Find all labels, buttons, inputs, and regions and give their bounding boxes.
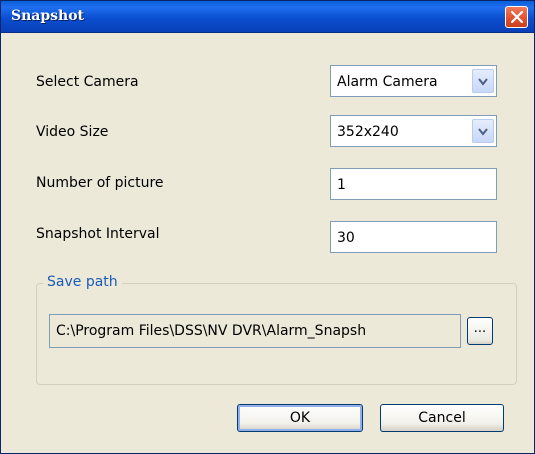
select-camera-label: Select Camera [36,74,139,90]
snapshot-interval-label: Snapshot Interval [36,226,160,242]
chevron-down-icon [478,78,488,86]
video-size-dropdown-button[interactable] [472,119,494,143]
select-camera-dropdown-button[interactable] [472,69,494,93]
select-camera-dropdown[interactable]: Alarm Camera [330,65,497,97]
cancel-button[interactable]: Cancel [380,404,504,432]
video-size-dropdown[interactable]: 352x240 [330,115,497,147]
snapshot-interval-input[interactable]: 30 [330,221,497,253]
ok-button[interactable]: OK [237,404,363,432]
number-of-picture-label: Number of picture [36,175,164,191]
save-path-legend: Save path [43,274,122,290]
video-size-value: 352x240 [337,124,399,140]
title-bar[interactable]: Snapshot [1,1,534,33]
browse-button[interactable]: ... [467,317,493,345]
chevron-down-icon [478,128,488,136]
number-of-picture-value: 1 [337,177,346,193]
number-of-picture-input[interactable]: 1 [330,168,497,200]
window-title: Snapshot [11,8,85,24]
dialog-content: Select Camera Alarm Camera Video Size 35… [5,34,530,451]
save-path-value: C:\Program Files\DSS\NV DVR\Alarm_Snapsh [56,323,367,339]
video-size-label: Video Size [36,124,109,140]
close-button[interactable] [505,6,528,28]
close-icon [511,11,523,23]
save-path-field[interactable]: C:\Program Files\DSS\NV DVR\Alarm_Snapsh [49,314,461,348]
snapshot-interval-value: 30 [337,230,355,246]
snapshot-dialog: Snapshot Select Camera Alarm Camera Vide… [0,0,535,454]
select-camera-value: Alarm Camera [337,74,438,90]
